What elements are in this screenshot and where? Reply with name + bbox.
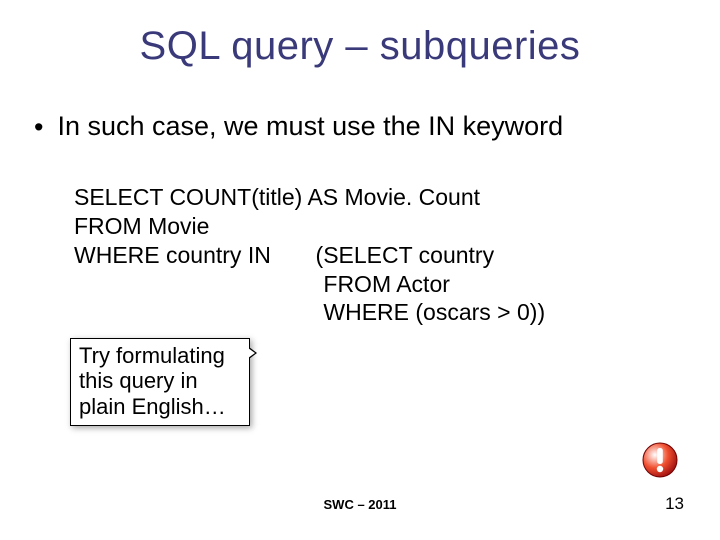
code-line-5: WHERE (oscars > 0)) xyxy=(74,298,680,327)
callout-box: Try formulating this query in plain Engl… xyxy=(70,338,250,426)
callout-line-2: this query in xyxy=(79,368,241,393)
bullet-dot: • xyxy=(34,111,43,143)
callout-line-1: Try formulating xyxy=(79,343,241,368)
slide: SQL query – subqueries • In such case, w… xyxy=(0,0,720,540)
warning-icon xyxy=(640,440,680,480)
bullet-text: In such case, we must use the IN keyword xyxy=(57,111,563,142)
slide-title: SQL query – subqueries xyxy=(40,24,680,69)
callout-line-3: plain English… xyxy=(79,394,241,419)
page-number: 13 xyxy=(665,494,684,514)
code-line-1: SELECT COUNT(title) AS Movie. Count xyxy=(74,183,680,212)
code-line-2: FROM Movie xyxy=(74,212,680,241)
bullet-item: • In such case, we must use the IN keywo… xyxy=(34,111,680,143)
sql-code-block: SELECT COUNT(title) AS Movie. Count FROM… xyxy=(74,183,680,327)
code-line-3: WHERE country IN (SELECT country xyxy=(74,241,680,270)
code-line-4: FROM Actor xyxy=(74,270,680,299)
footer-text: SWC – 2011 xyxy=(0,497,720,512)
